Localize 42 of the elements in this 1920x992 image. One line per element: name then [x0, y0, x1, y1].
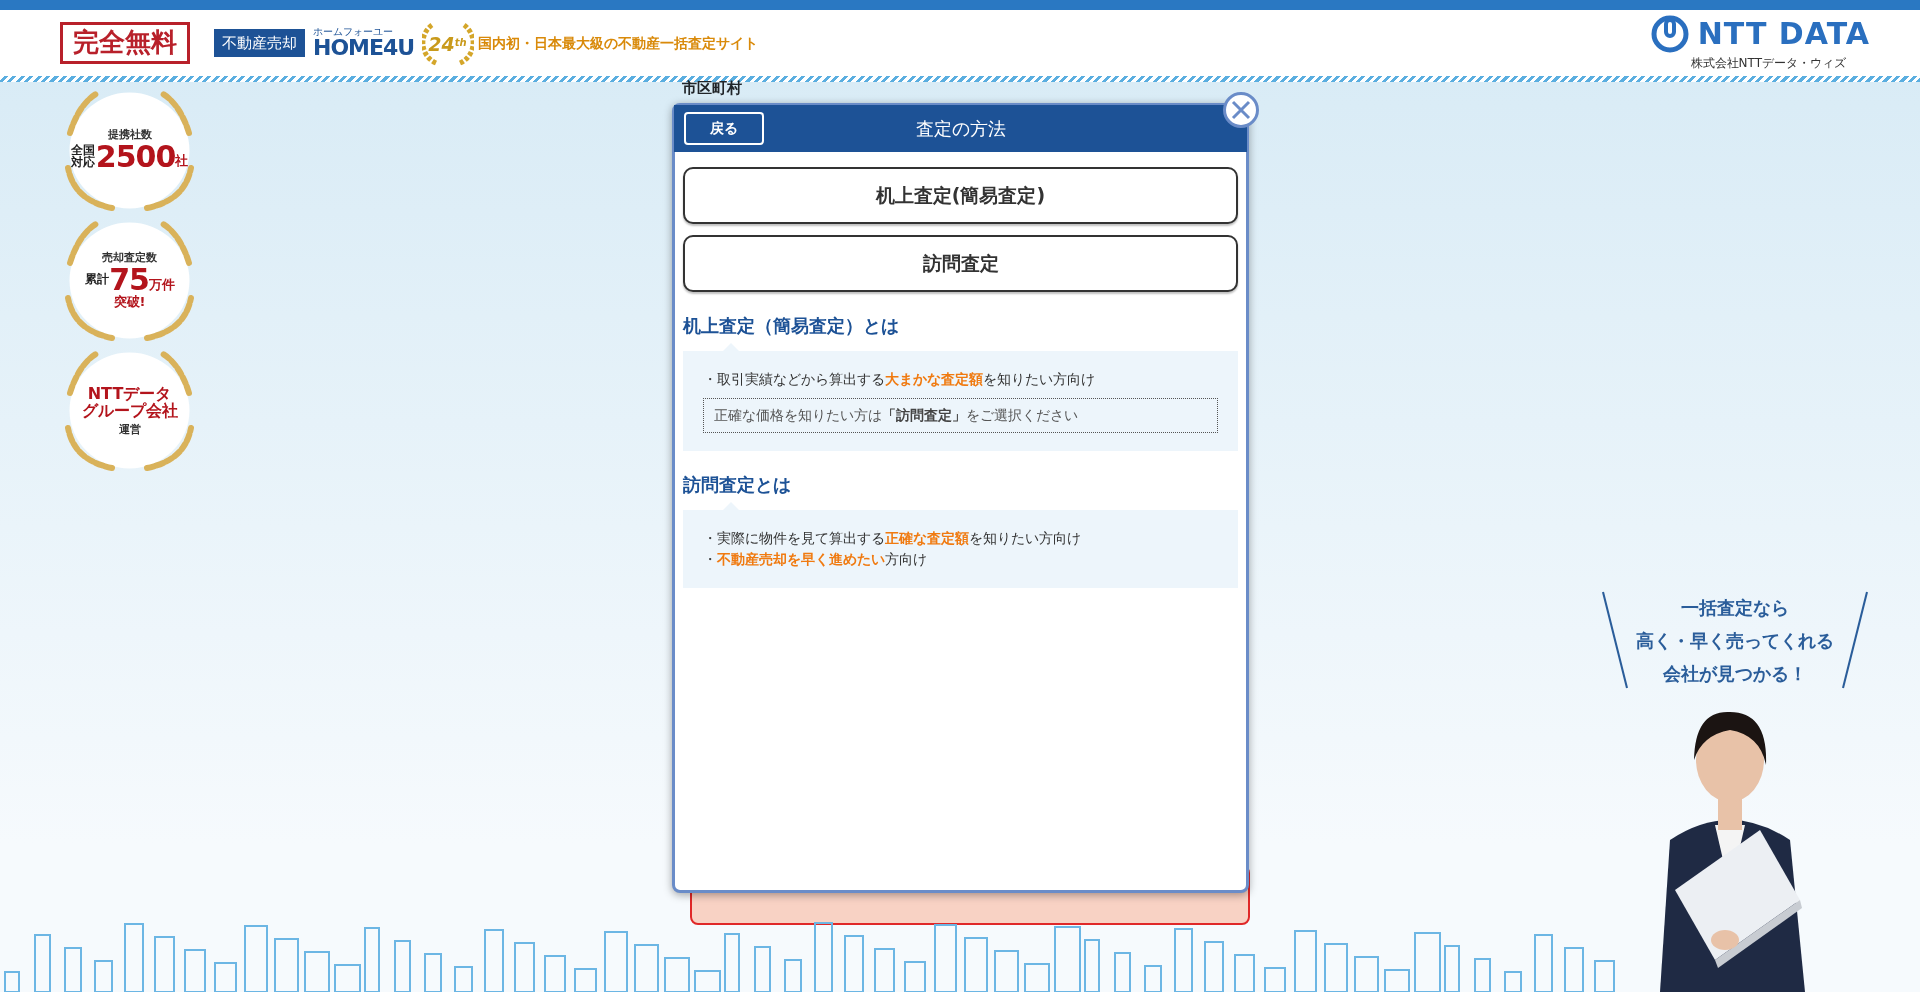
promo-text: 会社が見つかる！ — [1662, 661, 1808, 686]
tagline: 国内初・日本最大級の不動産一括査定サイト — [478, 33, 759, 53]
slash-mark-icon — [1840, 590, 1870, 690]
stat-number: 75 — [109, 263, 149, 296]
section-heading: 机上査定（簡易査定）とは — [683, 314, 900, 338]
info-text: ・取引実績などから算出する大まかな査定額を知りたい方向け — [703, 370, 1096, 389]
back-button[interactable]: 戻る — [684, 112, 764, 145]
slash-mark-icon — [1600, 590, 1630, 690]
option-button[interactable]: 机上査定(簡易査定) — [683, 167, 1238, 224]
laurel-wreath-icon — [62, 348, 197, 473]
laurel-wreath-icon — [62, 88, 197, 213]
info-text: ・実際に物件を見て算出する正確な査定額を知りたい方向け — [703, 529, 1082, 548]
field-label: 市区町村 — [682, 80, 743, 97]
unit: 社 — [175, 154, 189, 168]
company-name: 株式会社NTTデータ・ウィズ — [1690, 55, 1846, 72]
section-heading: 訪問査定とは — [683, 473, 792, 497]
badge-note: 運営 — [118, 423, 141, 436]
logo: HOME4U — [313, 37, 415, 59]
ring-logo-icon — [1649, 14, 1690, 54]
prefix: 累計 — [84, 273, 109, 286]
badge-title: グループ会社 — [81, 402, 178, 420]
promo-text: 一括査定なら — [1680, 595, 1790, 620]
info-text: ・不動産売却を早く進めたい方向け — [703, 550, 928, 569]
prefix: 全国対応 — [70, 143, 96, 169]
stat-suffix: 突破! — [113, 295, 146, 309]
caption: 提携社数 — [107, 128, 152, 141]
company-logo: NTT DATA — [1697, 19, 1870, 49]
note-box: 正確な価格を知りたい方は「訪問査定」をご選択ください — [703, 398, 1218, 433]
promo-text: 高く・早く売ってくれる — [1636, 628, 1834, 653]
option-button[interactable]: 訪問査定 — [683, 235, 1238, 292]
caption: 売却査定数 — [102, 252, 157, 264]
close-icon — [1230, 99, 1252, 121]
laurel-wreath-icon — [62, 218, 197, 343]
logo-ruby: ホームフォーユー — [313, 27, 394, 37]
close-button[interactable] — [1223, 92, 1259, 128]
free-badge: 完全無料 — [60, 22, 190, 64]
dialog-title: 査定の方法 — [914, 117, 1007, 141]
unit: 万件 — [148, 277, 175, 292]
badge-title: NTTデータ — [87, 385, 172, 403]
anniversary-emblem: 24$^{th}$ — [422, 17, 475, 69]
service-tag: 不動産売却 — [214, 28, 305, 58]
stat-number: 2500 — [95, 140, 176, 172]
